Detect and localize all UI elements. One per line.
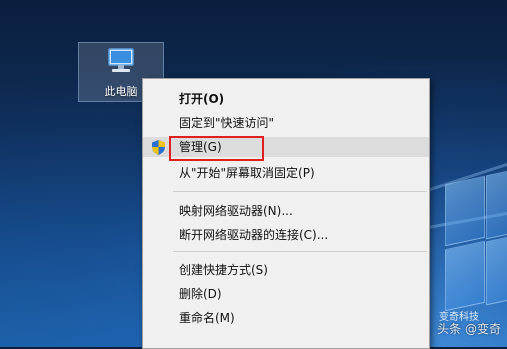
wallpaper-window-pane (486, 168, 507, 240)
menu-item-rename[interactable]: 重命名(M) (143, 308, 429, 328)
menu-item-pin-quick-access[interactable]: 固定到"快速访问" (143, 113, 429, 133)
menu-item-label: 创建快捷方式(S) (179, 263, 268, 277)
menu-item-label: 断开网络驱动器的连接(C)... (179, 228, 329, 242)
menu-separator (173, 191, 427, 192)
highlight-annotation-box (169, 136, 264, 161)
menu-item-label: 映射网络驱动器(N)... (179, 204, 293, 218)
menu-item-label: 固定到"快速访问" (179, 116, 275, 130)
menu-item-label: 打开(O) (179, 92, 225, 106)
menu-item-open[interactable]: 打开(O) (143, 89, 429, 109)
menu-item-delete[interactable]: 删除(D) (143, 284, 429, 304)
menu-item-disconnect-network-drive[interactable]: 断开网络驱动器的连接(C)... (143, 225, 429, 245)
menu-item-map-network-drive[interactable]: 映射网络驱动器(N)... (143, 201, 429, 221)
wallpaper-window-pane (445, 240, 485, 312)
menu-item-label: 删除(D) (179, 287, 222, 301)
menu-item-label: 从"开始"屏幕取消固定(P) (179, 166, 315, 180)
wallpaper-window-pane (486, 234, 507, 306)
menu-item-unpin-start[interactable]: 从"开始"屏幕取消固定(P) (143, 163, 429, 183)
computer-icon (108, 48, 134, 72)
menu-item-create-shortcut[interactable]: 创建快捷方式(S) (143, 260, 429, 280)
menu-separator (173, 251, 427, 252)
watermark-text: 头条 @变奇 (437, 322, 501, 336)
context-menu: 打开(O) 固定到"快速访问" 管理(G) 从"开始"屏幕取消固定(P) 映射网… (142, 78, 430, 349)
shield-icon (152, 140, 165, 155)
wallpaper-window-pane (445, 175, 485, 247)
menu-item-label: 重命名(M) (179, 311, 235, 325)
